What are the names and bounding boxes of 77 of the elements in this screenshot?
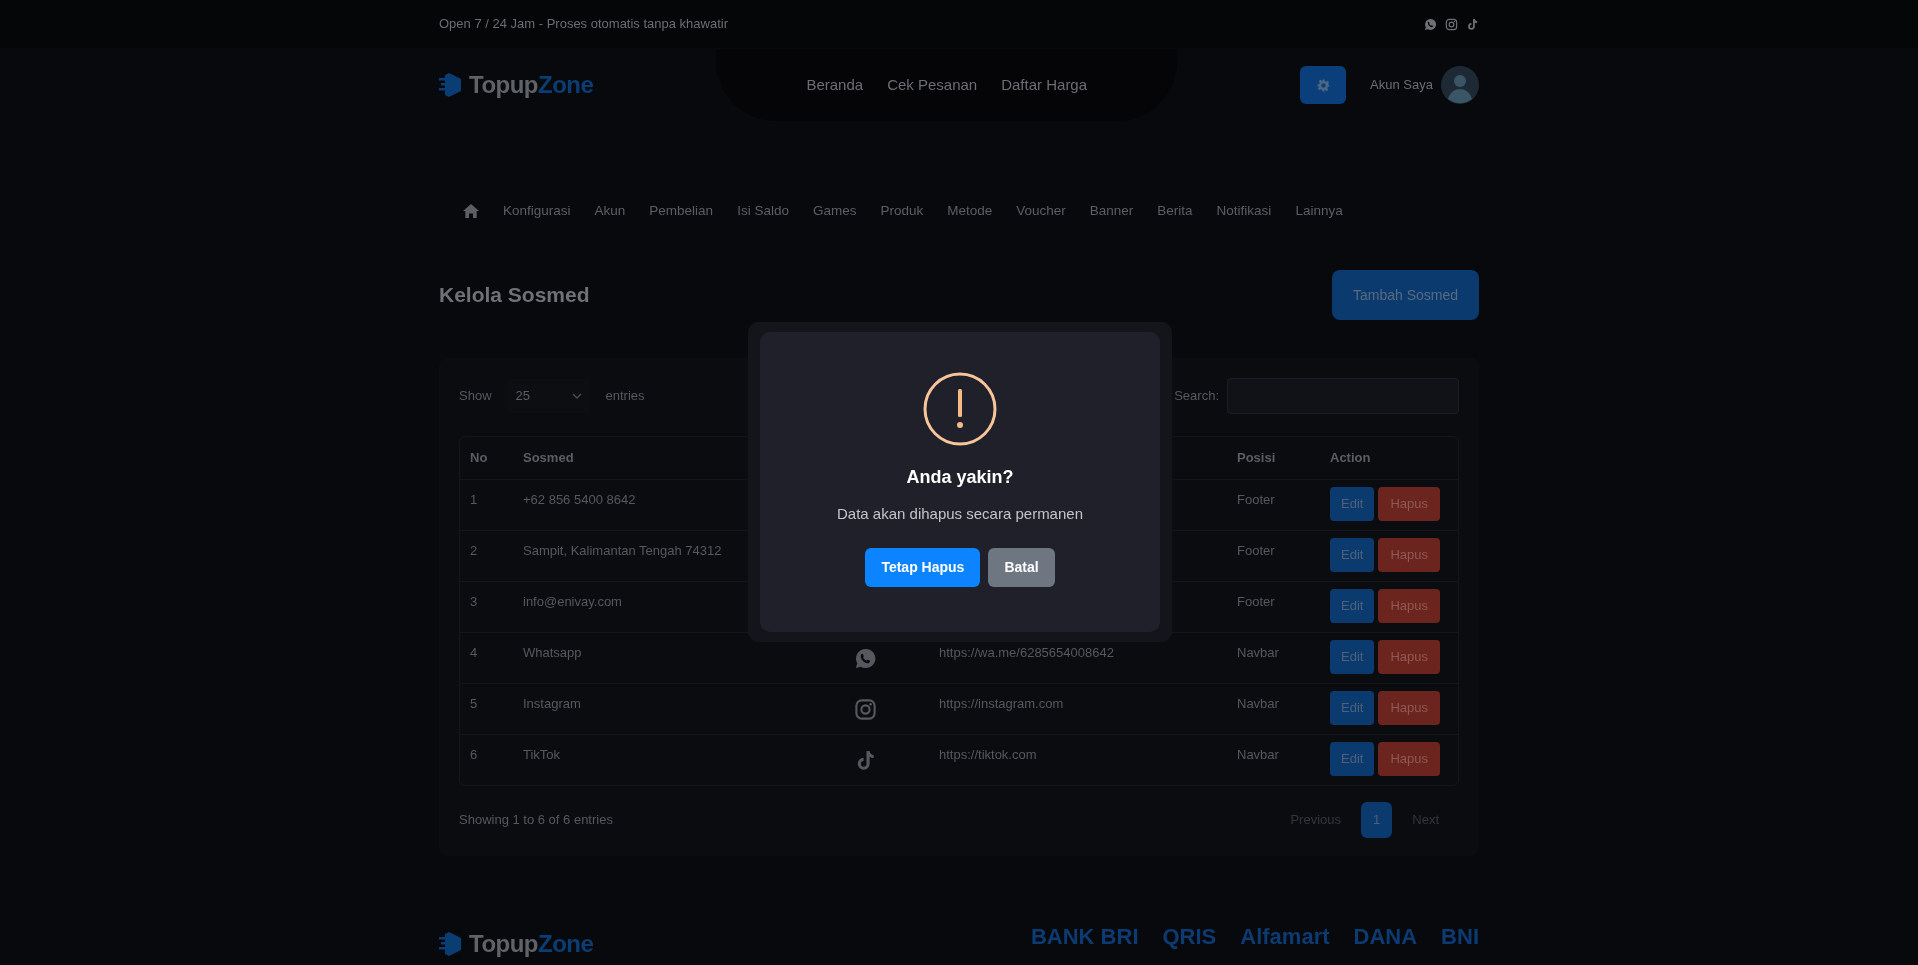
menu-item[interactable]: Voucher: [1016, 200, 1066, 222]
menu-item[interactable]: Isi Saldo: [737, 200, 789, 222]
account-label[interactable]: Akun Saya: [1370, 75, 1433, 95]
payment-logo: QRIS: [1162, 925, 1217, 948]
edit-button[interactable]: Edit: [1330, 589, 1375, 623]
page-title: Kelola Sosmed: [439, 282, 590, 308]
menu-item[interactable]: Metode: [947, 200, 993, 222]
table-cell-text: Instagram: [522, 695, 582, 713]
column-header: Posisi: [1236, 449, 1277, 468]
table-cell-text: 2: [469, 542, 479, 560]
edit-button[interactable]: Edit: [1330, 487, 1375, 521]
nav-link[interactable]: Cek Pesanan: [887, 73, 978, 97]
menu-item[interactable]: Akun: [594, 200, 626, 222]
table-cell-text: 4: [469, 644, 479, 662]
column-header: Sosmed: [522, 449, 575, 468]
menu-item[interactable]: Pembelian: [649, 200, 714, 222]
table-cell-text: 1: [469, 491, 479, 509]
payment-logo: BNI: [1441, 925, 1479, 948]
entries-label: entries: [605, 387, 645, 406]
add-button[interactable]: Tambah Sosmed: [1331, 270, 1479, 320]
nav-link[interactable]: Beranda: [806, 73, 864, 97]
search-label: Search:: [1174, 387, 1219, 406]
dialog-message: Data akan dihapus secara permanen: [836, 504, 1084, 524]
table-cell-text: https://wa.me/6285654008642: [938, 644, 1115, 662]
table-cell-text: Footer: [1236, 542, 1276, 560]
chevron-down-icon: [571, 393, 582, 399]
column-header: Action: [1329, 449, 1372, 468]
tiktok-icon[interactable]: [1466, 17, 1479, 31]
menu-item[interactable]: Konfigurasi: [503, 200, 571, 222]
menu-item[interactable]: Banner: [1089, 200, 1134, 222]
table-cell-text: 5: [469, 695, 479, 713]
nav-link[interactable]: Daftar Harga: [1001, 73, 1088, 97]
menu-item[interactable]: Berita: [1157, 200, 1193, 222]
footer-logo[interactable]: TopupZone: [469, 925, 594, 962]
menu-item[interactable]: Games: [812, 200, 857, 222]
avatar[interactable]: [1441, 66, 1479, 104]
cancel-button[interactable]: Batal: [988, 547, 1055, 587]
instagram-icon[interactable]: [1445, 17, 1458, 31]
edit-button[interactable]: Edit: [1330, 538, 1375, 572]
settings-icon: [1316, 78, 1330, 92]
menu-item[interactable]: Lainnya: [1295, 200, 1343, 222]
table-cell-text: info@enivay.com: [522, 593, 623, 611]
payment-logo: DANA: [1353, 925, 1418, 948]
site-logo[interactable]: TopupZone: [469, 67, 594, 103]
menu-item[interactable]: Notifikasi: [1216, 200, 1272, 222]
entries-info: Showing 1 to 6 of 6 entries: [459, 811, 613, 829]
home-icon[interactable]: [463, 204, 479, 218]
edit-button[interactable]: Edit: [1330, 691, 1375, 725]
table-cell-text: https://tiktok.com: [938, 746, 1038, 764]
edit-button[interactable]: Edit: [1330, 640, 1375, 674]
table-cell-text: Navbar: [1236, 746, 1280, 764]
payment-logo: Alfamart: [1240, 925, 1330, 948]
table-cell-text: Navbar: [1236, 695, 1280, 713]
settings-button[interactable]: [1300, 66, 1347, 104]
edit-button[interactable]: Edit: [1330, 742, 1375, 776]
table-cell-text: 6: [469, 746, 479, 764]
table-cell-text: Whatsapp: [522, 644, 583, 662]
table-cell-text: +62 856 5400 8642: [522, 491, 637, 509]
warning-icon: [923, 372, 997, 446]
show-label: Show: [459, 387, 492, 406]
confirm-button[interactable]: Tetap Hapus: [865, 547, 981, 587]
pagination-button[interactable]: 1: [1361, 802, 1393, 838]
whatsapp-icon: [854, 647, 877, 670]
dialog-title: Anda yakin?: [905, 466, 1015, 489]
payment-logo: BANK BRI: [1030, 925, 1139, 948]
table-cell-text: TikTok: [522, 746, 562, 764]
menu-item[interactable]: Produk: [880, 200, 924, 222]
whatsapp-icon[interactable]: [1424, 17, 1437, 31]
instagram-icon: [854, 698, 877, 721]
table-cell-text: Footer: [1236, 491, 1276, 509]
table-cell-text: Footer: [1236, 593, 1276, 611]
table-cell-text: Navbar: [1236, 644, 1280, 662]
column-header: No: [469, 449, 489, 468]
table-cell-text: https://instagram.com: [938, 695, 1065, 713]
tagline: Open 7 / 24 Jam - Proses otomatis tanpa khawatir: [439, 15, 729, 34]
table-cell-text: Sampit, Kalimantan Tengah 74312: [522, 542, 723, 560]
table-cell-text: 3: [469, 593, 479, 611]
